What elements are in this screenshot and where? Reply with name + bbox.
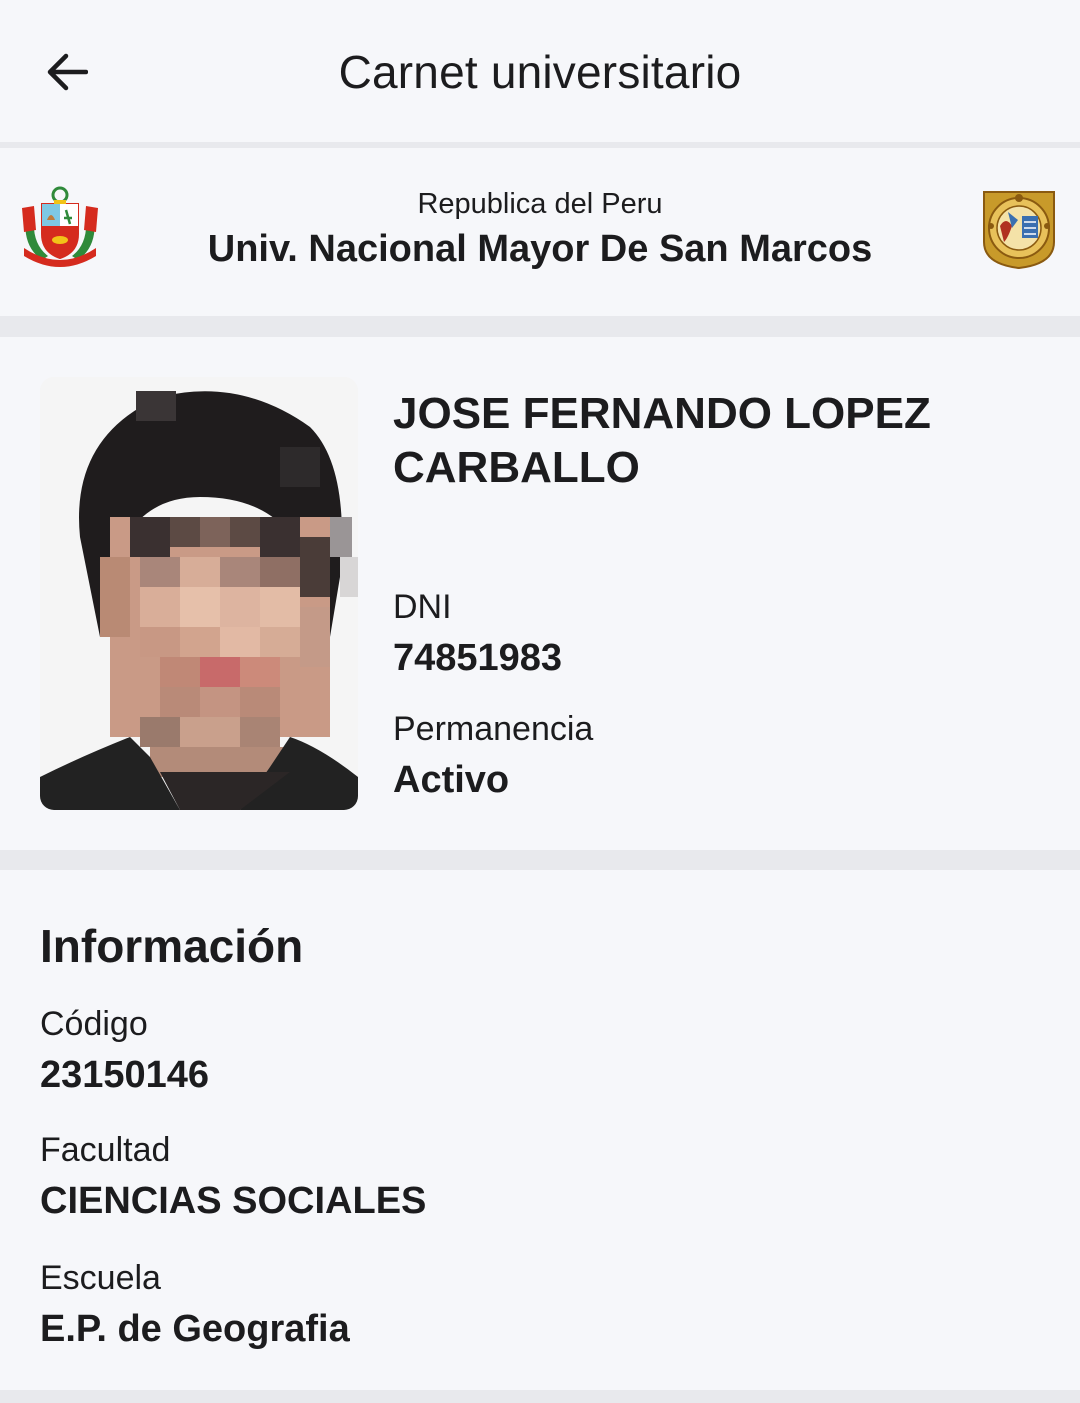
dni-label: DNI (393, 588, 452, 626)
permanencia-value: Activo (393, 759, 510, 801)
page-title: Carnet universitario (338, 46, 742, 98)
escuela-value: E.P. de Geografia (40, 1308, 350, 1350)
app-bar: Carnet universitario (0, 0, 1080, 142)
unmsm-seal-icon (983, 191, 1055, 270)
student-photo (40, 377, 358, 810)
information-section: Información Código 23150146 Facultad CIE… (0, 870, 1080, 1390)
pixelated-face-image (40, 377, 358, 810)
student-profile-card: JOSE FERNANDO LOPEZ CARBALLO DNI 7485198… (0, 337, 1080, 850)
codigo-label: Código (40, 1005, 148, 1043)
facultad-value: CIENCIAS SOCIALES (40, 1180, 427, 1222)
section-title: Información (40, 920, 304, 972)
country-label: Republica del Peru (417, 188, 663, 220)
facultad-label: Facultad (40, 1131, 171, 1169)
escuela-label: Escuela (40, 1259, 161, 1297)
codigo-value: 23150146 (40, 1054, 210, 1096)
permanencia-label: Permanencia (393, 710, 594, 748)
university-header: Republica del Peru Univ. Nacional Mayor … (0, 148, 1080, 316)
student-name: JOSE FERNANDO LOPEZ CARBALLO (393, 389, 931, 492)
dni-value: 74851983 (393, 637, 563, 679)
university-name: Univ. Nacional Mayor De San Marcos (207, 228, 873, 270)
